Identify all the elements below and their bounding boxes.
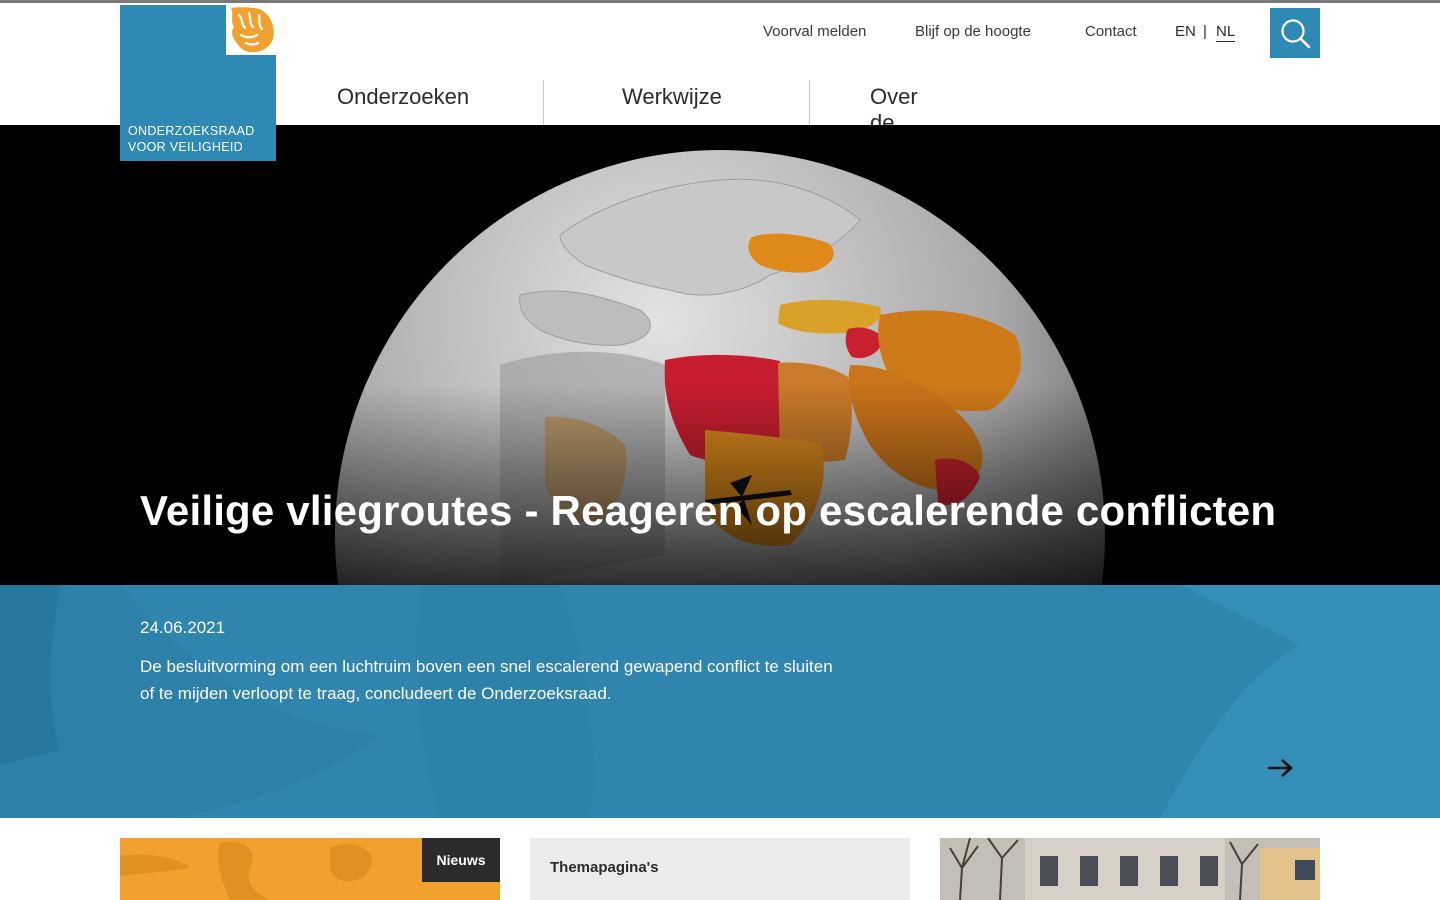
lang-separator: | [1203, 23, 1207, 40]
nav-over-de-raad[interactable]: Over de Raad [870, 80, 923, 161]
hero-title[interactable]: Veilige vliegroutes - Reageren op escale… [140, 487, 1276, 535]
site-logo[interactable]: ONDERZOEKSRAAD VOOR VEILIGHEID [120, 5, 276, 161]
building-photo [940, 838, 1320, 900]
logo-line-1: ONDERZOEKSRAAD [128, 124, 255, 138]
logo-wordmark: ONDERZOEKSRAAD VOOR VEILIGHEID [128, 123, 254, 155]
hero-banner[interactable]: Veilige vliegroutes - Reageren op escale… [0, 125, 1440, 585]
teaser-date: 24.06.2021 [140, 618, 226, 637]
util-link-voorval-melden[interactable]: Voorval melden [763, 23, 866, 40]
util-link-contact[interactable]: Contact [1085, 23, 1137, 40]
lang-nl[interactable]: NL [1216, 23, 1236, 42]
nav-onderzoeken[interactable]: Onderzoeken [337, 80, 469, 128]
nav-divider [809, 80, 810, 128]
news-tag[interactable]: Nieuws [422, 838, 500, 882]
nav-werkwijze[interactable]: Werkwijze [622, 80, 722, 128]
photo-card[interactable] [940, 838, 1320, 900]
theme-card-label: Themapagina's [550, 859, 659, 876]
search-icon [1281, 19, 1311, 49]
nav-divider [543, 80, 544, 128]
logo-line-2: VOOR VEILIGHEID [128, 140, 243, 154]
news-card[interactable]: Nieuws [120, 838, 500, 900]
hero-teaser[interactable]: 24.06.2021 De besluitvorming om een luch… [0, 585, 1440, 818]
lion-logo-icon [226, 5, 276, 55]
arrow-right-icon [1268, 759, 1293, 777]
lang-en[interactable]: EN [1175, 23, 1196, 40]
read-more-button[interactable] [1266, 757, 1296, 779]
search-button[interactable] [1270, 8, 1320, 58]
teaser-text: De besluitvorming om een luchtruim boven… [140, 657, 833, 703]
util-link-blijf-op-de-hoogte[interactable]: Blijf op de hoogte [915, 23, 1031, 40]
theme-card[interactable]: Themapagina's [530, 838, 910, 900]
